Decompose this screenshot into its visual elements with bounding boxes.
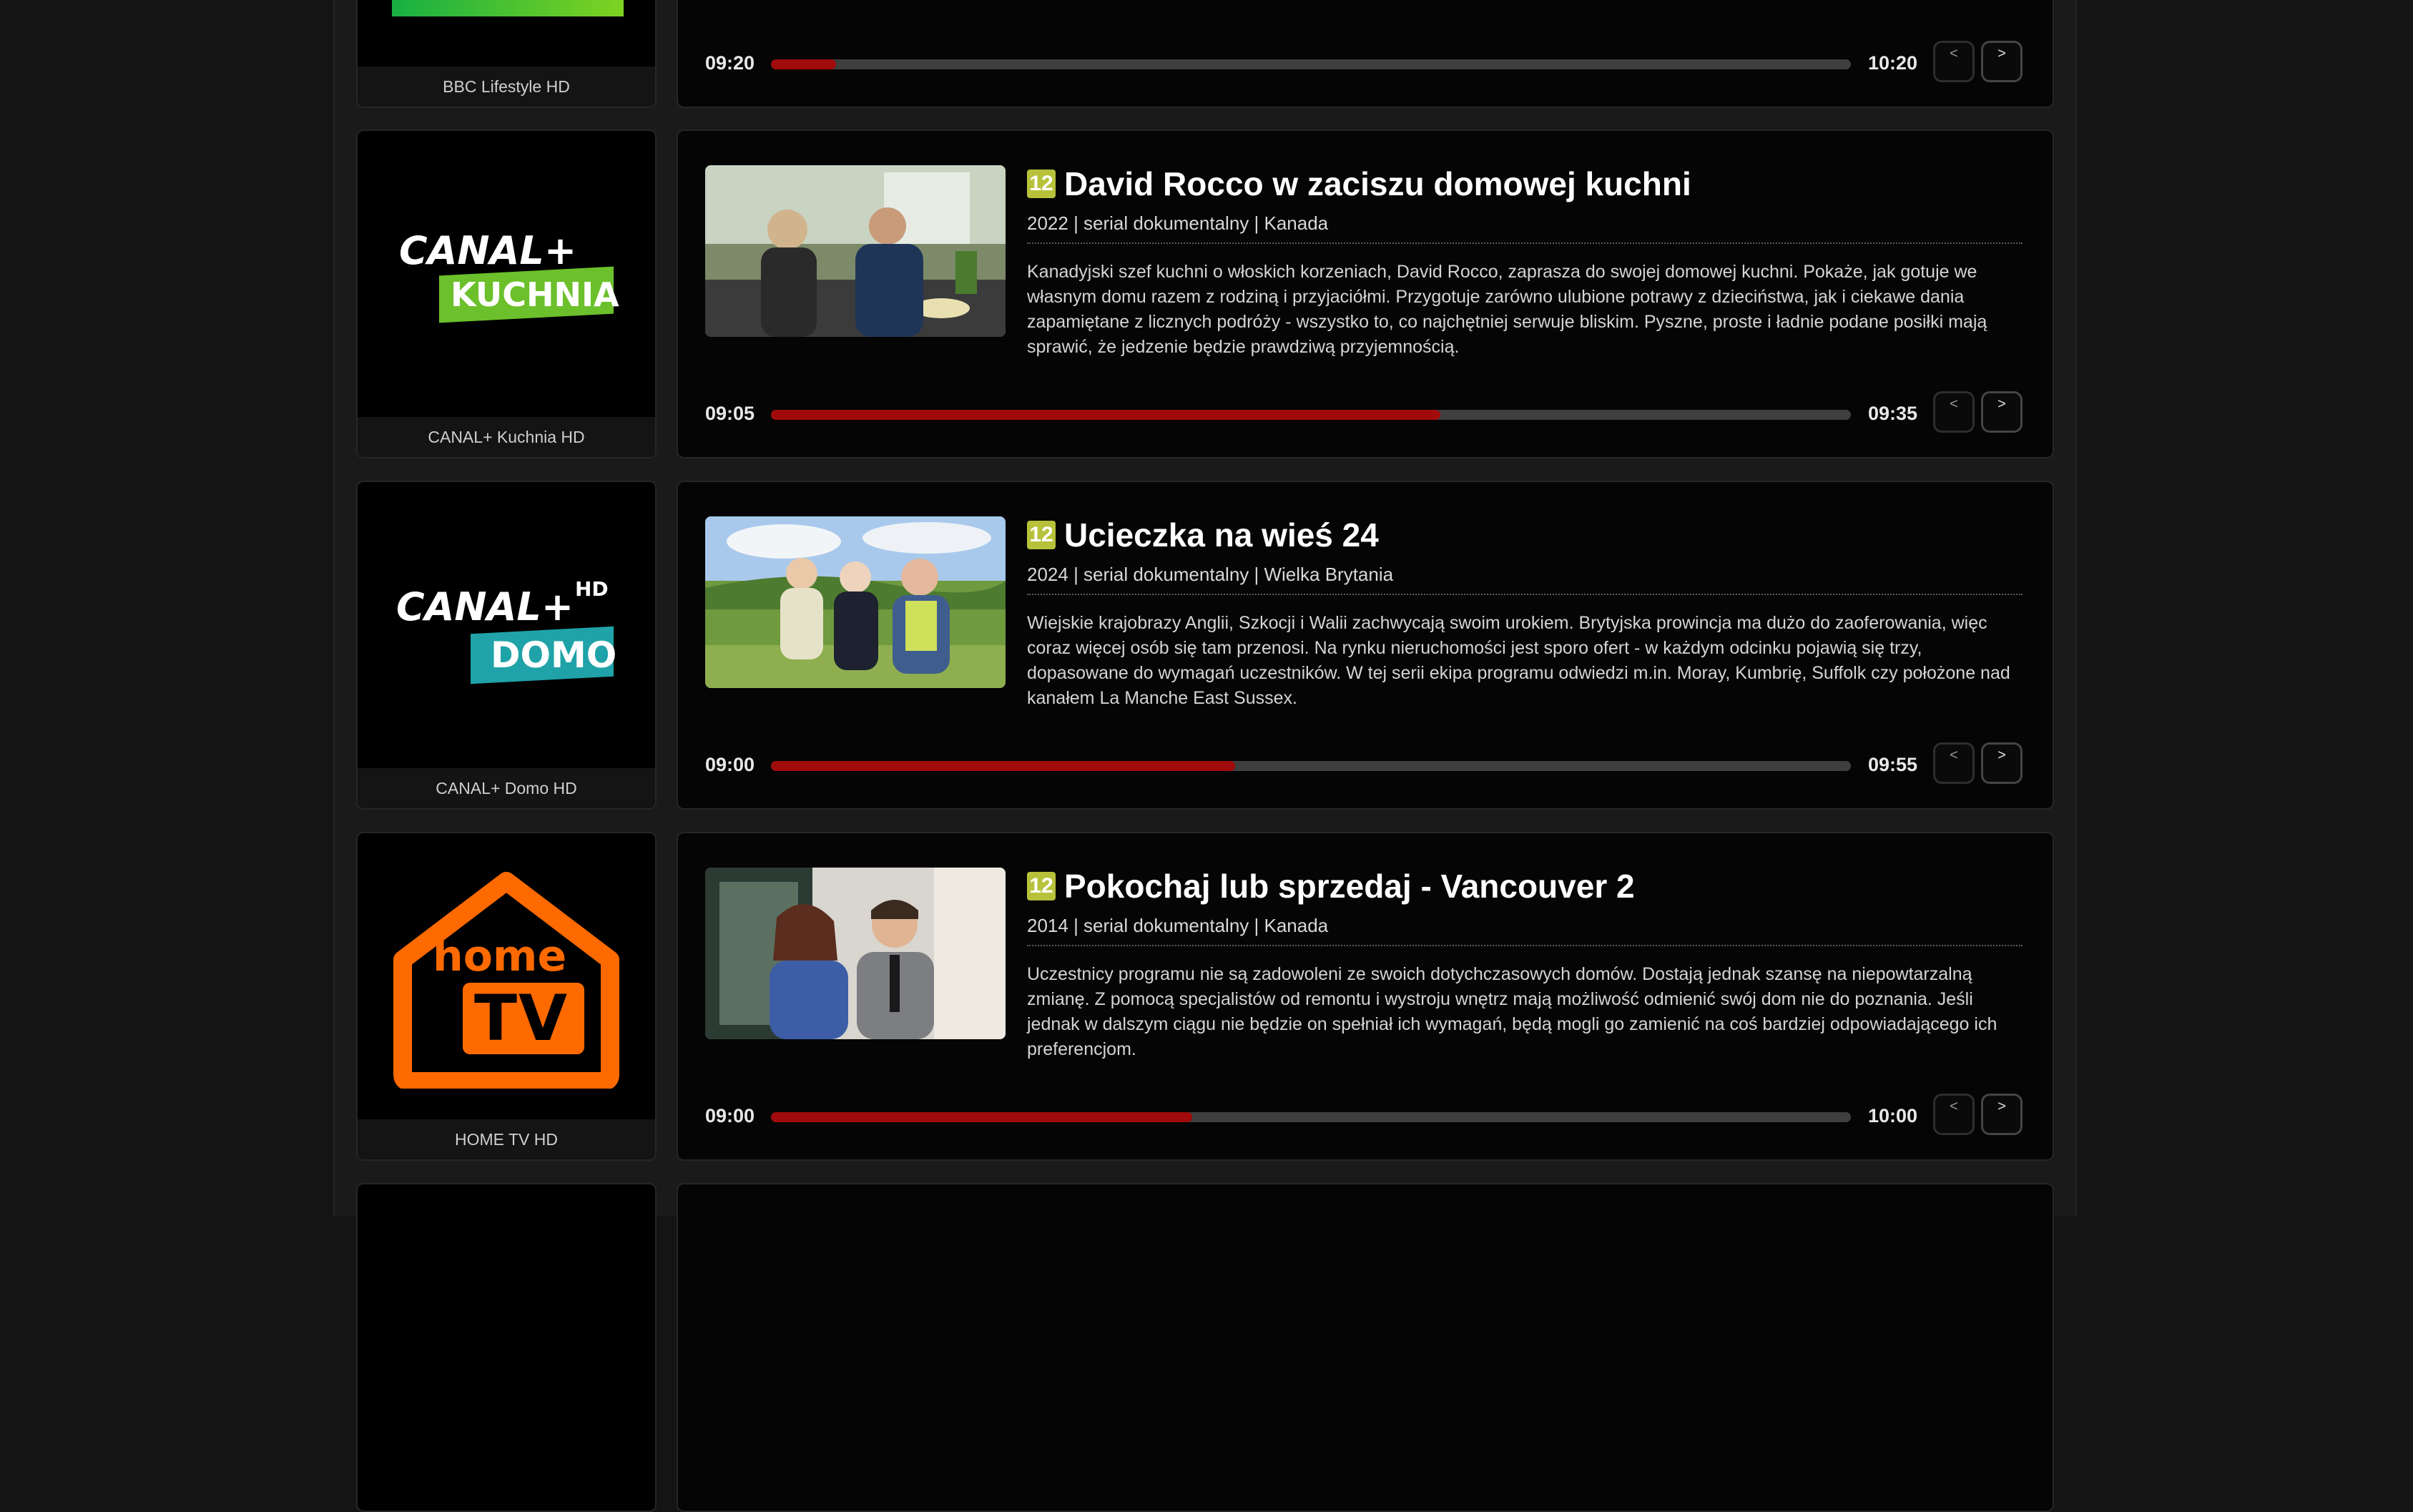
- progress-bar: [771, 761, 1851, 771]
- program-thumbnail: [705, 165, 1006, 337]
- progress-bar: [771, 410, 1851, 420]
- next-program-button[interactable]: >: [1981, 41, 2023, 82]
- next-program-button[interactable]: >: [1981, 391, 2023, 433]
- prev-program-button[interactable]: <: [1933, 391, 1975, 433]
- program-card[interactable]: 12 Ucieczka na wieś 24 2024 | serial dok…: [677, 481, 2054, 810]
- program-info: 12 David Rocco w zaciszu domowej kuchni …: [1027, 162, 2023, 360]
- program-meta: 2024 | serial dokumentalny | Wielka Bryt…: [1027, 556, 2023, 595]
- program-title: Pokochaj lub sprzedaj - Vancouver 2: [1064, 868, 1635, 905]
- logo-tv-text: TV: [474, 981, 569, 1055]
- age-rating-badge: 12: [1027, 872, 1056, 900]
- canal-plus-domo-logo: CANAL+ HD DOMO: [358, 482, 655, 771]
- logo-hd-text: HD: [575, 577, 609, 601]
- title-line: 12 Pokochaj lub sprzedaj - Vancouver 2: [1027, 865, 2023, 908]
- program-info: 12 Ucieczka na wieś 24 2024 | serial dok…: [1027, 514, 2023, 711]
- end-time: 09:35: [1868, 403, 1918, 424]
- channel-card[interactable]: BBC Lifestyle HD: [356, 0, 657, 108]
- program-thumbnail: [705, 868, 1006, 1039]
- program-description: Wiejskie krajobrazy Anglii, Szkocji i Wa…: [1027, 613, 2010, 708]
- program-title: David Rocco w zaciszu domowej kuchni: [1064, 165, 1691, 202]
- canal-plus-kuchnia-logo: CANAL+ KUCHNIA: [358, 131, 655, 420]
- channel-card[interactable]: CANAL+ HD DOMO CANAL+ Domo HD: [356, 481, 657, 810]
- logo-kuchnia-text: KUCHNIA: [451, 275, 619, 314]
- epg-page: BBC Lifestyle HD 09:20 10:20 < > CANAL+ …: [333, 0, 2077, 1512]
- progress-fill: [771, 59, 836, 69]
- start-time: 09:00: [705, 754, 755, 775]
- program-meta: 2022 | serial dokumentalny | Kanada: [1027, 205, 2023, 244]
- channel-card[interactable]: [356, 1183, 657, 1512]
- next-program-button[interactable]: >: [1981, 742, 2023, 784]
- channel-card[interactable]: home TV HOME TV HD: [356, 832, 657, 1161]
- channel-name: CANAL+ Domo HD: [358, 768, 655, 808]
- logo-domo-text: DOMO: [491, 634, 617, 676]
- program-card[interactable]: 09:20 10:20 < >: [677, 0, 2054, 108]
- program-card[interactable]: [677, 1183, 2054, 1512]
- prev-program-button[interactable]: <: [1933, 1094, 1975, 1135]
- start-time: 09:00: [705, 1105, 755, 1126]
- channel-name: HOME TV HD: [358, 1119, 655, 1159]
- logo-home-text: home: [433, 931, 567, 981]
- next-program-button[interactable]: >: [1981, 1094, 2023, 1135]
- channel-name: BBC Lifestyle HD: [358, 67, 655, 107]
- logo-canal-text: CANAL+: [399, 228, 577, 273]
- end-time: 10:00: [1868, 1105, 1918, 1126]
- program-description: Uczestnicy programu nie są zadowoleni ze…: [1027, 964, 1997, 1059]
- progress-fill: [771, 410, 1441, 420]
- start-time: 09:05: [705, 403, 755, 424]
- title-line: 12 David Rocco w zaciszu domowej kuchni: [1027, 162, 2023, 205]
- program-title: Ucieczka na wieś 24: [1064, 516, 1379, 554]
- program-info: 12 Pokochaj lub sprzedaj - Vancouver 2 2…: [1027, 865, 2023, 1062]
- channel-name: CANAL+ Kuchnia HD: [358, 417, 655, 457]
- program-card[interactable]: 12 Pokochaj lub sprzedaj - Vancouver 2 2…: [677, 832, 2054, 1161]
- age-rating-badge: 12: [1027, 521, 1056, 549]
- bbc-lifestyle-logo: [358, 0, 655, 69]
- progress-fill: [771, 761, 1236, 771]
- program-thumbnail: [705, 516, 1006, 688]
- program-card[interactable]: 12 David Rocco w zaciszu domowej kuchni …: [677, 129, 2054, 458]
- program-description: Kanadyjski szef kuchni o włoskich korzen…: [1027, 262, 1987, 357]
- prev-program-button[interactable]: <: [1933, 41, 1975, 82]
- program-meta: 2014 | serial dokumentalny | Kanada: [1027, 908, 2023, 946]
- progress-fill: [771, 1112, 1192, 1122]
- end-time: 09:55: [1868, 754, 1918, 775]
- home-tv-logo: home TV: [358, 833, 655, 1122]
- progress-bar: [771, 59, 1851, 69]
- title-line: 12 Ucieczka na wieś 24: [1027, 514, 2023, 556]
- logo-canal-text: CANAL+: [396, 584, 574, 629]
- end-time: 10:20: [1868, 52, 1918, 74]
- channel-card[interactable]: CANAL+ KUCHNIA CANAL+ Kuchnia HD: [356, 129, 657, 458]
- prev-program-button[interactable]: <: [1933, 742, 1975, 784]
- progress-bar: [771, 1112, 1851, 1122]
- age-rating-badge: 12: [1027, 170, 1056, 198]
- start-time: 09:20: [705, 52, 755, 74]
